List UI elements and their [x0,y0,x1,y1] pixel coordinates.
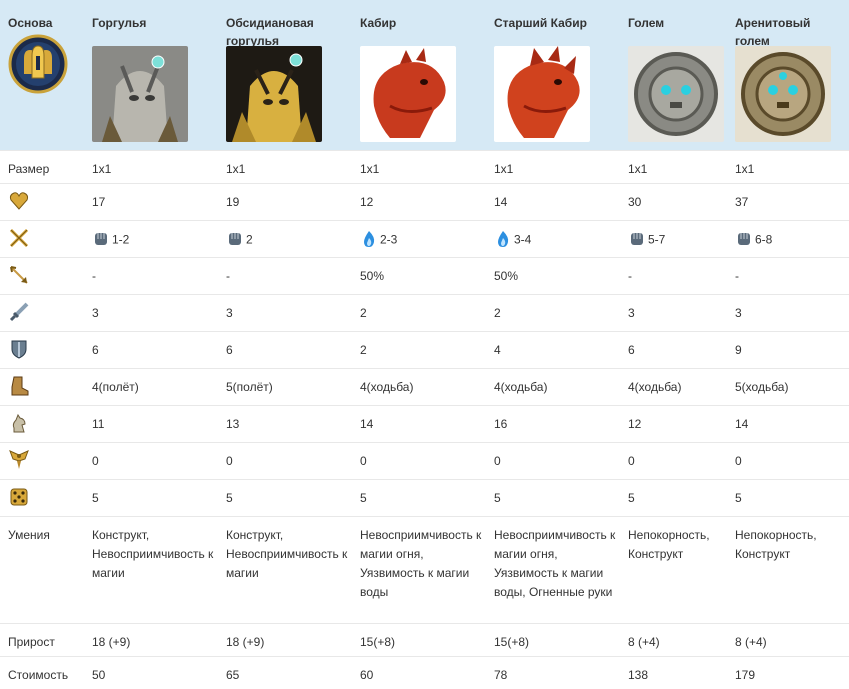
fist-icon [631,233,643,246]
row-ranged: - - 50% 50% - - [0,257,849,294]
heart-icon [9,192,29,210]
helmet-emblem-icon [8,34,68,94]
row-cost: Стоимость 50 65 60 78 138 179 [0,656,849,689]
row-morale: 0 0 0 0 0 0 [0,442,849,479]
knight-icon [12,413,26,433]
kabir-portrait [360,46,456,142]
unit-header-arenite-golem: Аренитовый голем [731,0,849,150]
arrow-icon [10,265,28,284]
unit-header-elder-kabir: Старший Кабир [490,0,624,150]
crossed-swords-icon [9,228,29,247]
fire-icon [498,231,509,248]
unit-header-golem: Голем [624,0,731,150]
row-label: Размер [8,161,50,176]
unit-header-gargoyle: Горгулья [88,0,222,150]
boot-icon [11,376,29,396]
row-abilities: Умения Конструкт, Невосприимчивость к ма… [0,516,849,623]
sword-icon [9,302,29,321]
header-row: Основа Горгулья Обсидиановая горгулья Ка… [0,0,849,150]
creature-stats-table: Основа Горгулья Обсидиановая горгулья Ка… [0,0,849,689]
row-label: Стоимость [8,667,69,682]
eagle-icon [9,449,29,469]
row-luck: 5 5 5 5 5 5 [0,479,849,516]
row-defense: 6 6 2 4 6 9 [0,331,849,368]
dice-icon [10,488,28,506]
golem-portrait [628,46,724,142]
fire-icon [364,231,375,248]
arenite-golem-portrait [735,46,831,142]
row-label: Прирост [8,634,55,649]
obsidian-gargoyle-portrait [226,46,322,142]
row-label: Умения [8,527,50,542]
unit-header-kabir: Кабир [356,0,490,150]
row-initiative: 11 13 14 16 12 14 [0,405,849,442]
unit-header-obsidian-gargoyle: Обсидиановая горгулья [222,0,356,150]
elder-kabir-portrait [494,46,590,142]
row-movement: 4(полёт) 5(полёт) 4(ходьба) 4(ходьба) 4(… [0,368,849,405]
row-size: Размер 1x1 1x1 1x1 1x1 1x1 1x1 [0,150,849,183]
row-attack: 3 3 2 2 3 3 [0,294,849,331]
base-header: Основа [0,0,88,150]
fist-icon [95,233,107,246]
row-health: 17 19 12 14 30 37 [0,183,849,220]
gargoyle-portrait [92,46,188,142]
row-growth: Прирост 18 (+9) 18 (+9) 15(+8) 15(+8) 8 … [0,623,849,656]
fist-icon [229,233,241,246]
shield-icon [11,340,27,359]
row-damage: 1-2 2 2-3 3-4 5-7 6-8 [0,220,849,257]
fist-icon [738,233,750,246]
